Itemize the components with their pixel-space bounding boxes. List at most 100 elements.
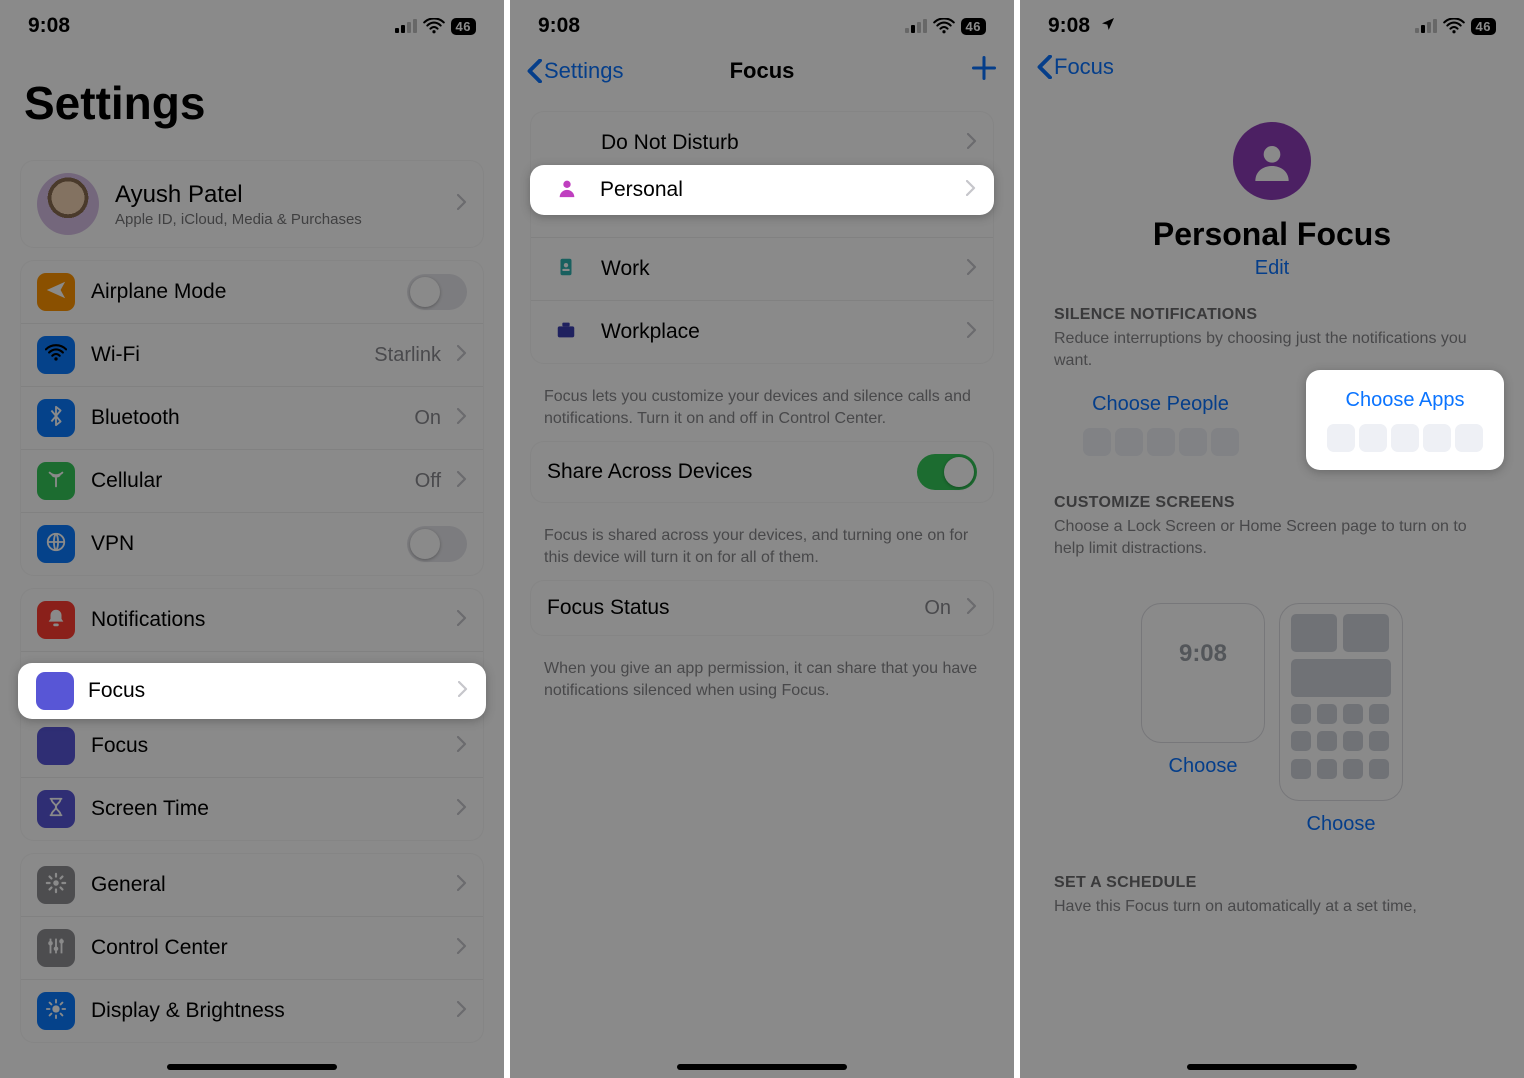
back-button[interactable]: Settings <box>526 58 624 84</box>
person-icon <box>556 177 578 204</box>
general-group: General Control Center Display & Brightn… <box>20 853 484 1043</box>
row-bluetooth[interactable]: Bluetooth On <box>21 387 483 450</box>
cellular-signal-icon <box>1415 19 1437 33</box>
choose-home-button[interactable]: Choose <box>1279 813 1403 836</box>
people-slots <box>1083 428 1239 456</box>
network-badge: 46 <box>1471 18 1496 35</box>
vpn-toggle[interactable] <box>407 526 467 562</box>
status-group: Focus Status On <box>530 580 994 636</box>
row-display[interactable]: Display & Brightness <box>21 980 483 1042</box>
bluetooth-icon <box>45 405 67 432</box>
clock: 9:08 <box>538 14 580 38</box>
airplane-toggle[interactable] <box>407 274 467 310</box>
moon-icon <box>555 130 577 157</box>
hourglass-icon <box>45 796 67 823</box>
plus-icon <box>970 54 998 82</box>
gear-icon <box>45 872 67 899</box>
back-button[interactable]: Focus <box>1036 54 1114 80</box>
edit-button[interactable]: Edit <box>1255 257 1289 280</box>
focus-modes-group: Do Not Disturb Personal Work Workplace <box>530 111 994 364</box>
row-work[interactable]: Work <box>531 238 993 301</box>
chevron-right-icon <box>457 875 467 896</box>
lock-screen-preview[interactable]: 9:08 <box>1141 603 1265 743</box>
chevron-right-icon <box>457 799 467 820</box>
network-badge: 46 <box>451 18 476 35</box>
globe-icon <box>45 531 67 558</box>
row-workplace[interactable]: Workplace <box>531 301 993 363</box>
highlight-choose-apps[interactable]: Choose Apps <box>1306 370 1504 470</box>
chevron-right-icon <box>457 194 467 215</box>
focus-footer-2: Focus is shared across your devices, and… <box>510 515 1014 568</box>
nav-bar: Focus <box>1020 48 1524 92</box>
sun-icon <box>45 998 67 1025</box>
add-focus-button[interactable] <box>970 54 998 87</box>
row-control-center[interactable]: Control Center <box>21 917 483 980</box>
home-indicator[interactable] <box>167 1064 337 1070</box>
row-cellular[interactable]: Cellular Off <box>21 450 483 513</box>
cellular-signal-icon <box>395 19 417 33</box>
chevron-right-icon <box>457 610 467 631</box>
row-focus[interactable]: Focus <box>21 715 483 778</box>
row-wifi[interactable]: Wi-Fi Starlink <box>21 324 483 387</box>
silence-subtitle: Reduce interruptions by choosing just th… <box>1020 326 1524 371</box>
wifi-icon <box>933 18 955 34</box>
wifi-icon <box>423 18 445 34</box>
home-indicator[interactable] <box>677 1064 847 1070</box>
focus-footer-3: When you give an app permission, it can … <box>510 648 1014 701</box>
chevron-left-icon <box>526 59 542 83</box>
row-vpn[interactable]: VPN <box>21 513 483 575</box>
back-label: Settings <box>544 58 624 84</box>
row-share[interactable]: Share Across Devices <box>531 442 993 502</box>
customize-subtitle: Choose a Lock Screen or Home Screen page… <box>1020 514 1524 559</box>
home-indicator[interactable] <box>1187 1064 1357 1070</box>
clock: 9:08 <box>1048 14 1090 38</box>
bell-icon <box>45 607 67 634</box>
choose-people-cell[interactable]: Choose People <box>1058 393 1263 456</box>
choose-lock-button[interactable]: Choose <box>1141 755 1265 778</box>
airplane-icon <box>45 279 67 306</box>
row-screentime[interactable]: Screen Time <box>21 778 483 840</box>
person-icon <box>1252 141 1292 181</box>
screen-focus-list: 9:08 46 Settings Focus Do Not Disturb Pe… <box>510 0 1014 1078</box>
network-badge: 46 <box>961 18 986 35</box>
share-toggle[interactable] <box>917 454 977 490</box>
row-notifications[interactable]: Notifications <box>21 589 483 652</box>
status-bar: 9:08 46 <box>0 0 504 48</box>
profile-subtitle: Apple ID, iCloud, Media & Purchases <box>115 211 441 228</box>
choose-people-button[interactable]: Choose People <box>1092 393 1229 416</box>
page-title: Settings <box>0 48 504 148</box>
profile-card[interactable]: Ayush Patel Apple ID, iCloud, Media & Pu… <box>20 160 484 248</box>
row-status[interactable]: Focus Status On <box>531 581 993 635</box>
screen-personal-focus: 9:08 46 Focus Personal Focus Edit SILENC… <box>1020 0 1524 1078</box>
sliders-icon <box>45 935 67 962</box>
share-group: Share Across Devices <box>530 441 994 503</box>
home-screen-preview[interactable] <box>1279 603 1403 801</box>
row-general[interactable]: General <box>21 854 483 917</box>
customize-heading: CUSTOMIZE SCREENS <box>1020 474 1524 514</box>
nav-bar: Settings Focus <box>510 48 1014 99</box>
row-airplane[interactable]: Airplane Mode <box>21 261 483 324</box>
highlight-personal-row[interactable]: Personal <box>530 165 994 215</box>
status-bar: 9:08 46 <box>1020 0 1524 48</box>
chevron-right-icon <box>457 938 467 959</box>
chevron-right-icon <box>457 345 467 366</box>
memoji-avatar <box>37 173 99 235</box>
clock: 9:08 <box>28 14 70 38</box>
schedule-heading: SET A SCHEDULE <box>1020 854 1524 894</box>
wifi-icon <box>1443 18 1465 34</box>
cellular-signal-icon <box>905 19 927 33</box>
screens-row: 9:08 Choose Choose <box>1050 585 1494 846</box>
profile-name: Ayush Patel <box>115 181 441 209</box>
apps-slots <box>1327 424 1483 452</box>
focus-title: Personal Focus <box>1153 216 1391 253</box>
choose-apps-button[interactable]: Choose Apps <box>1346 389 1465 412</box>
chevron-right-icon <box>967 259 977 280</box>
chevron-right-icon <box>457 471 467 492</box>
silence-heading: SILENCE NOTIFICATIONS <box>1020 286 1524 326</box>
highlight-focus-row[interactable]: Focus <box>18 663 486 719</box>
wifi-settings-icon <box>45 342 67 369</box>
chevron-right-icon <box>457 408 467 429</box>
chevron-right-icon <box>457 1001 467 1022</box>
chevron-right-icon <box>967 598 977 619</box>
connectivity-group: Airplane Mode Wi-Fi Starlink Bluetooth O… <box>20 260 484 576</box>
